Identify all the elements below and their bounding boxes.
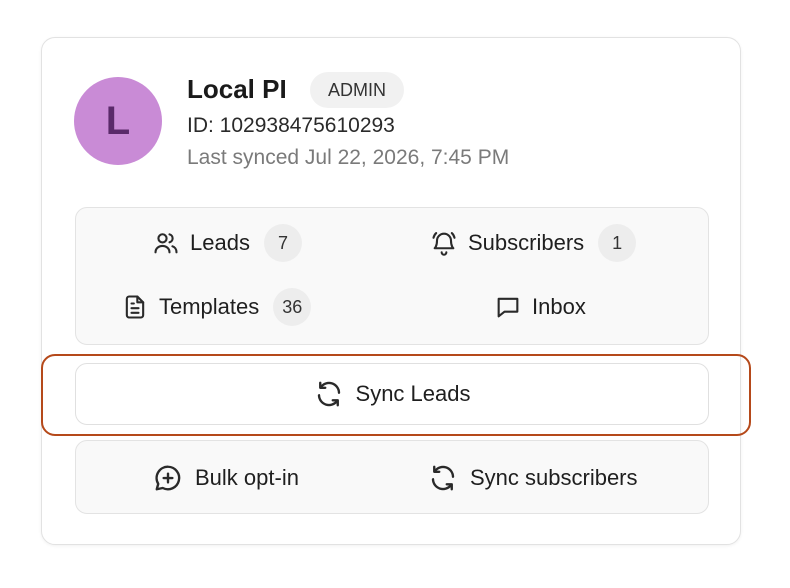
sync-leads-label: Sync Leads <box>355 381 471 406</box>
profile-id: ID: 102938475610293 <box>187 114 395 137</box>
role-badge: ADMIN <box>310 72 404 108</box>
inbox-label: Inbox <box>532 294 586 319</box>
inbox-stat[interactable]: Inbox <box>494 288 586 326</box>
file-text-icon <box>125 295 145 319</box>
subscribers-count: 1 <box>598 224 637 262</box>
sync-subscribers-button[interactable]: Sync subscribers <box>428 441 638 515</box>
avatar-letter: L <box>105 98 131 143</box>
templates-count: 36 <box>273 288 312 326</box>
bulk-opt-in-button[interactable]: Bulk opt-in <box>153 441 299 515</box>
leads-stat[interactable]: Leads 7 <box>152 224 302 262</box>
users-icon <box>154 233 178 254</box>
stats-panel: Leads 7 Subscribers 1 Templates 36 Inbox <box>75 207 709 345</box>
bell-ring-icon <box>432 232 456 256</box>
profile-card: L Local PI ADMIN ID: 102938475610293 Las… <box>41 37 751 545</box>
sync-leads-button[interactable]: Sync Leads <box>75 363 709 425</box>
avatar: L <box>74 77 162 165</box>
bulk-opt-in-label: Bulk opt-in <box>195 465 299 490</box>
refresh-icon <box>317 381 340 407</box>
refresh-icon <box>431 465 455 491</box>
leads-label: Leads <box>190 230 250 255</box>
templates-stat[interactable]: Templates 36 <box>121 288 312 326</box>
last-synced-text: Last synced Jul 22, 2026, 7:45 PM <box>187 146 510 169</box>
actions-panel: Bulk opt-in Sync subscribers <box>75 440 709 514</box>
templates-label: Templates <box>159 294 260 319</box>
message-plus-icon <box>155 465 181 491</box>
message-square-icon <box>497 297 519 318</box>
subscribers-stat[interactable]: Subscribers 1 <box>430 224 637 262</box>
leads-count: 7 <box>263 224 302 262</box>
profile-name: Local PI <box>187 74 287 104</box>
sync-subscribers-label: Sync subscribers <box>470 465 638 490</box>
subscribers-label: Subscribers <box>468 230 585 255</box>
